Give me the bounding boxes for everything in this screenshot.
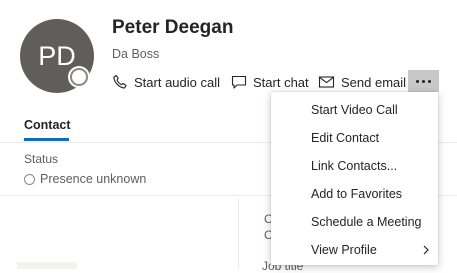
phone-icon [113,74,127,89]
menu-item-start-video-call[interactable]: Start Video Call [271,96,438,124]
presence-status: Presence unknown [24,172,146,186]
send-email-button[interactable]: Send email [318,71,406,93]
more-dot [428,79,431,83]
menu-item-link-contacts[interactable]: Link Contacts... [271,152,438,180]
menu-item-add-to-favorites[interactable]: Add to Favorites [271,180,438,208]
contact-name: Peter Deegan [112,17,234,38]
mail-icon [318,76,335,88]
tab-active-indicator [24,138,69,141]
tab-contact[interactable]: Contact [24,118,71,132]
presence-circle-icon [24,173,35,185]
chevron-right-icon [423,245,429,255]
contact-subtitle: Da Boss [112,47,160,61]
view-profile-label: View Profile [311,243,377,257]
start-audio-call-label: Start audio call [134,74,220,90]
column-divider [238,198,239,269]
more-options-menu: Start Video Call Edit Contact Link Conta… [271,92,438,265]
placeholder-block [17,262,77,269]
avatar-initials: PD [38,40,76,71]
start-audio-call-button[interactable]: Start audio call [112,71,220,93]
start-chat-button[interactable]: Start chat [231,71,309,93]
status-label: Status [24,152,59,166]
menu-item-edit-contact[interactable]: Edit Contact [271,124,438,152]
start-chat-label: Start chat [253,74,309,90]
chat-icon [231,75,247,89]
more-dot [422,79,425,83]
menu-item-schedule-meeting[interactable]: Schedule a Meeting [271,208,438,236]
presence-value: Presence unknown [40,172,147,186]
presence-unknown-icon [70,68,88,86]
more-options-button[interactable] [408,70,439,92]
menu-item-view-profile[interactable]: View Profile [271,236,438,264]
send-email-label: Send email [341,74,407,90]
more-dot [416,79,419,83]
